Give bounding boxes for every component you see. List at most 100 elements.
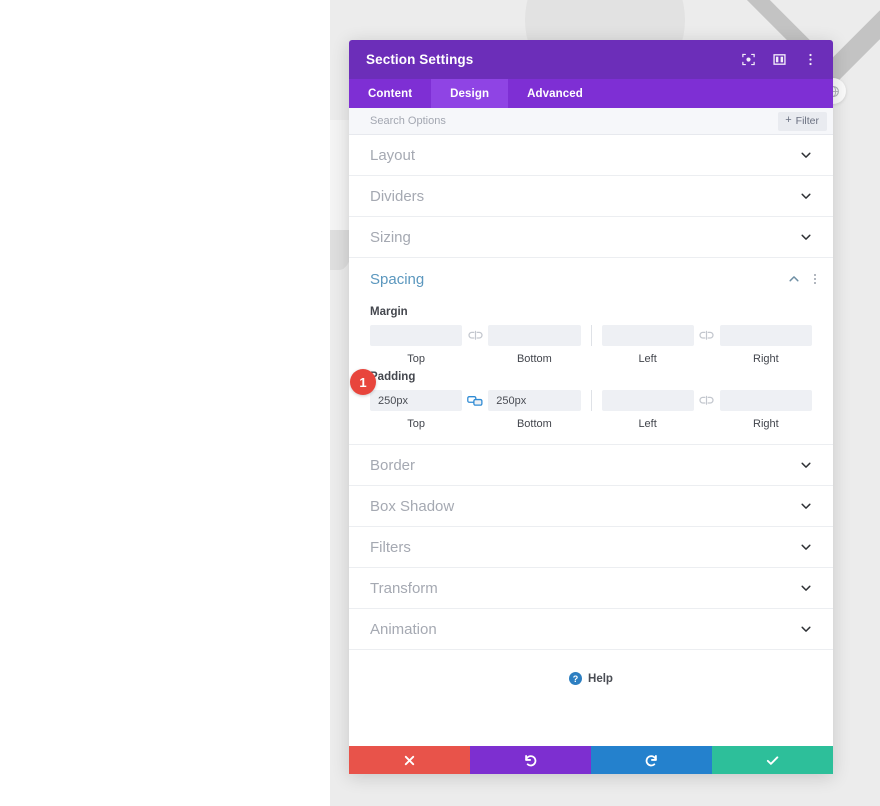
section-filters[interactable]: Filters bbox=[349, 527, 833, 568]
margin-right-label: Right bbox=[753, 353, 779, 365]
padding-horizontal-pair: Left Right bbox=[601, 390, 812, 430]
section-dividers-label: Dividers bbox=[370, 187, 425, 205]
padding-inputs: Top Bottom bbox=[370, 390, 812, 430]
margin-horizontal-pair: Left Right bbox=[601, 325, 812, 365]
padding-vertical-pair: Top Bottom bbox=[370, 390, 581, 430]
chevron-down-icon bbox=[799, 582, 812, 595]
redo-icon bbox=[645, 754, 657, 766]
margin-top-input[interactable] bbox=[370, 325, 463, 346]
section-spacing-header[interactable]: Spacing bbox=[349, 258, 833, 300]
filter-button[interactable]: + Filter bbox=[778, 111, 827, 131]
padding-horizontal-link-toggle[interactable] bbox=[694, 390, 720, 411]
section-transform[interactable]: Transform bbox=[349, 568, 833, 609]
margin-bottom-cell: Bottom bbox=[488, 325, 581, 365]
padding-label: Padding bbox=[370, 371, 416, 383]
margin-left-input[interactable] bbox=[601, 325, 694, 346]
chevron-down-icon bbox=[799, 500, 812, 513]
padding-bottom-input[interactable] bbox=[488, 390, 581, 411]
padding-left-input[interactable] bbox=[601, 390, 694, 411]
link-broken-icon bbox=[468, 330, 483, 340]
margin-left-cell: Left bbox=[601, 325, 694, 365]
chevron-down-icon bbox=[799, 459, 812, 472]
section-border[interactable]: Border bbox=[349, 445, 833, 486]
page-title: Section Settings bbox=[366, 52, 474, 67]
margin-bottom-label: Bottom bbox=[516, 353, 552, 365]
titlebar-icon-group bbox=[740, 51, 819, 68]
link-broken-icon bbox=[699, 330, 714, 340]
margin-inputs: Top Bottom Left Right bbox=[370, 325, 812, 365]
margin-right-input[interactable] bbox=[719, 325, 812, 346]
filter-button-label: Filter bbox=[795, 114, 819, 127]
section-animation-label: Animation bbox=[370, 620, 437, 638]
help-link[interactable]: ? Help bbox=[349, 650, 833, 685]
margin-divider bbox=[590, 325, 592, 346]
search-options-bar: + Filter bbox=[349, 108, 833, 135]
undo-icon bbox=[525, 754, 537, 766]
search-input[interactable] bbox=[370, 115, 779, 127]
chevron-up-icon[interactable] bbox=[787, 273, 800, 286]
margin-vertical-link-toggle[interactable] bbox=[462, 325, 488, 346]
margin-horizontal-link-toggle[interactable] bbox=[694, 325, 720, 346]
modal-titlebar: Section Settings bbox=[349, 40, 833, 79]
section-settings-modal: Section Settings Content Design Advanced… bbox=[349, 40, 833, 774]
split-columns-icon[interactable] bbox=[771, 51, 788, 68]
check-icon bbox=[766, 755, 779, 765]
tab-content[interactable]: Content bbox=[349, 79, 431, 108]
section-spacing-label: Spacing bbox=[370, 270, 425, 288]
chevron-down-icon bbox=[799, 541, 812, 554]
padding-bottom-label: Bottom bbox=[516, 418, 552, 430]
focus-target-icon[interactable] bbox=[740, 51, 757, 68]
tab-advanced[interactable]: Advanced bbox=[508, 79, 602, 108]
padding-top-label: Top bbox=[407, 418, 425, 430]
padding-vertical-link-toggle[interactable] bbox=[462, 390, 488, 411]
spacing-options-menu-icon[interactable] bbox=[814, 274, 816, 284]
section-transform-label: Transform bbox=[370, 579, 438, 597]
help-label: Help bbox=[588, 672, 613, 685]
save-button[interactable] bbox=[712, 746, 833, 774]
section-animation[interactable]: Animation bbox=[349, 609, 833, 650]
margin-top-cell: Top bbox=[370, 325, 463, 365]
padding-right-label: Right bbox=[753, 418, 779, 430]
section-layout[interactable]: Layout bbox=[349, 135, 833, 176]
section-dividers[interactable]: Dividers bbox=[349, 176, 833, 217]
padding-right-cell: Right bbox=[719, 390, 812, 430]
modal-body: Layout Dividers Sizing Spacing Margin To… bbox=[349, 135, 833, 746]
section-border-label: Border bbox=[370, 456, 416, 474]
margin-top-label: Top bbox=[407, 353, 425, 365]
margin-field-group: Margin Top Bottom Left Right bbox=[349, 306, 833, 365]
section-layout-label: Layout bbox=[370, 146, 416, 164]
chevron-down-icon bbox=[799, 190, 812, 203]
chevron-down-icon bbox=[799, 149, 812, 162]
undo-button[interactable] bbox=[470, 746, 591, 774]
modal-action-bar bbox=[349, 746, 833, 774]
margin-vertical-pair: Top Bottom bbox=[370, 325, 581, 365]
chevron-down-icon bbox=[799, 231, 812, 244]
margin-right-cell: Right bbox=[719, 325, 812, 365]
close-icon bbox=[404, 755, 415, 765]
padding-divider bbox=[590, 390, 592, 411]
padding-left-label: Left bbox=[638, 418, 657, 430]
padding-top-cell: Top bbox=[370, 390, 463, 430]
section-sizing-label: Sizing bbox=[370, 228, 411, 246]
padding-left-cell: Left bbox=[601, 390, 694, 430]
question-mark-icon: ? bbox=[569, 672, 583, 685]
link-broken-icon bbox=[699, 395, 714, 405]
link-connected-icon bbox=[467, 395, 483, 406]
section-spacing: Spacing Margin Top Bottom Left Right Pad… bbox=[349, 258, 833, 445]
margin-label: Margin bbox=[370, 306, 408, 318]
section-filters-label: Filters bbox=[370, 538, 411, 556]
cancel-button[interactable] bbox=[349, 746, 470, 774]
tab-design[interactable]: Design bbox=[431, 79, 509, 108]
section-box-shadow-label: Box Shadow bbox=[370, 497, 455, 515]
padding-field-group: Padding 1 Top bbox=[349, 369, 833, 430]
section-box-shadow[interactable]: Box Shadow bbox=[349, 486, 833, 527]
padding-right-input[interactable] bbox=[719, 390, 812, 411]
section-sizing[interactable]: Sizing bbox=[349, 217, 833, 258]
redo-button[interactable] bbox=[591, 746, 712, 774]
padding-bottom-cell: Bottom bbox=[488, 390, 581, 430]
vertical-dots-icon[interactable] bbox=[802, 51, 819, 68]
step-badge: 1 bbox=[350, 369, 376, 395]
modal-tabs: Content Design Advanced bbox=[349, 79, 833, 108]
padding-top-input[interactable] bbox=[370, 390, 463, 411]
margin-bottom-input[interactable] bbox=[488, 325, 581, 346]
